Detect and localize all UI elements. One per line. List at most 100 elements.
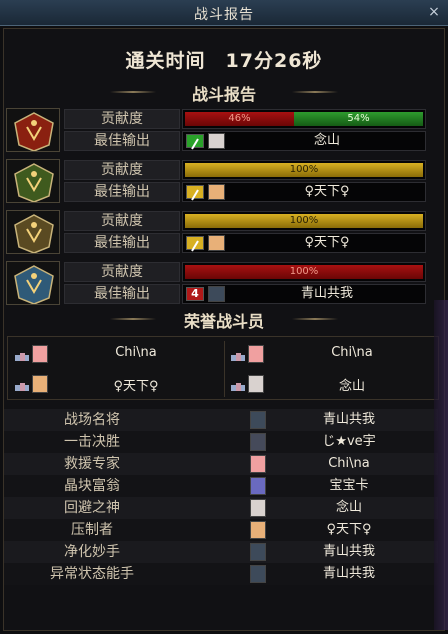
player-name: ♀天下♀ [304,235,350,250]
award-player-name: ♀天下♀ [326,522,372,537]
contribution-segment: 100% [185,265,423,279]
honor-member[interactable]: ♀天下♀ [12,371,220,399]
class-avatar-icon [6,210,60,254]
best-output-row: 最佳输出 4 青山共我 [64,284,426,304]
award-player-name: 宝宝卡 [329,478,369,493]
award-row: 净化妙手 青山共我 [4,541,438,563]
best-output-row: 最佳输出 ♀天下♀ [64,233,426,253]
honor-member-name: Chi\na [115,345,157,360]
contribution-segment: 54% [294,112,423,126]
character-portrait-icon [250,565,266,583]
weapon-icon: 4 [186,287,204,301]
scrollbar[interactable] [434,300,448,630]
award-player-name: Chi\na [328,456,370,471]
ornament-right [292,318,338,320]
character-portrait-icon [250,543,266,561]
close-icon[interactable]: × [426,4,442,20]
award-player-name: 念山 [335,500,362,515]
honor-member[interactable]: 念山 [228,371,436,399]
player-block: 贡献度 100% 最佳输出 ♀天下♀ [6,159,426,203]
ornament-right [292,91,338,93]
character-portrait-icon [32,375,48,393]
award-title: 一击决胜 [64,434,120,450]
player-block: 贡献度 100% 最佳输出 4 青山共我 [6,261,426,305]
award-row: 一击决胜 じ★ve宇 [4,431,438,453]
weapon-icon [186,185,204,201]
report-header: 战斗报告 [110,81,338,104]
contribution-bar: 100% [182,160,426,180]
best-output-label: 最佳输出 [64,233,180,253]
party-icon [230,379,246,391]
party-icon [230,349,246,361]
player-block: 贡献度 100% 最佳输出 ♀天下♀ [6,210,426,254]
award-player-name: じ★ve宇 [322,434,376,449]
award-row: 压制者 ♀天下♀ [4,519,438,541]
best-output-value: 4 青山共我 [182,284,426,304]
contribution-label: 贡献度 [64,262,180,282]
honor-divider [224,341,225,397]
award-row: 异常状态能手 青山共我 [4,563,438,585]
honor-header: 荣誉战斗员 [110,308,338,331]
best-output-row: 最佳输出 ♀天下♀ [64,182,426,202]
contribution-label: 贡献度 [64,160,180,180]
ornament-left [110,91,156,93]
character-portrait-icon [250,411,266,429]
character-portrait-icon [248,345,264,363]
honor-member-name: ♀天下♀ [113,379,159,394]
contribution-row: 贡献度 100% [64,211,426,231]
character-portrait-icon [32,345,48,363]
title-bar: 战斗报告 × [0,0,448,26]
best-output-label: 最佳输出 [64,284,180,304]
contribution-label: 贡献度 [64,211,180,231]
best-output-value: ♀天下♀ [182,182,426,202]
character-portrait-icon [208,235,225,251]
window-title: 战斗报告 [194,7,254,23]
contribution-row: 贡献度 46% 54% [64,109,426,129]
contribution-segment: 46% [185,112,294,126]
party-icon [14,379,30,391]
best-output-value: 念山 [182,131,426,151]
honor-member[interactable]: Chi\na [228,341,436,369]
character-portrait-icon [250,455,266,473]
award-row: 晶块富翁 宝宝卡 [4,475,438,497]
contribution-bar: 100% [182,262,426,282]
character-portrait-icon [250,433,266,451]
award-player-name: 青山共我 [322,544,375,559]
class-avatar-icon [6,159,60,203]
contribution-bar: 100% [182,211,426,231]
character-portrait-icon [208,286,225,302]
player-block: 贡献度 46% 54% 最佳输出 念山 [6,108,426,152]
contribution-segment: 100% [185,163,423,177]
award-row: 战场名将 青山共我 [4,409,438,431]
award-title: 压制者 [71,522,113,538]
contribution-row: 贡献度 100% [64,160,426,180]
award-row: 救援专家 Chi\na [4,453,438,475]
best-output-row: 最佳输出 念山 [64,131,426,151]
best-output-label: 最佳输出 [64,182,180,202]
class-avatar-icon [6,108,60,152]
class-avatar-icon [6,261,60,305]
honor-member-name: 念山 [338,379,365,394]
award-player-name: 青山共我 [322,412,375,427]
character-portrait-icon [250,521,266,539]
clear-time: 通关时间 17分26秒 [125,50,323,72]
contribution-segment: 100% [185,214,423,228]
award-title: 救援专家 [64,456,120,472]
player-name: ♀天下♀ [304,184,350,199]
party-icon [14,349,30,361]
honor-grid: Chi\na Chi\na ♀天下♀ 念山 [7,336,439,400]
player-name: 念山 [313,133,340,148]
awards-list: 战场名将 青山共我 一击决胜 じ★ve宇 救援专家 Chi\na 晶块富翁 宝宝卡 回避之神 念山… [4,409,438,585]
award-title: 晶块富翁 [64,478,120,494]
honor-header-label: 荣誉战斗员 [183,312,264,331]
character-portrait-icon [250,499,266,517]
weapon-icon [186,236,204,252]
honor-member[interactable]: Chi\na [12,341,220,369]
honor-member-name: Chi\na [331,345,373,360]
contribution-row: 贡献度 100% [64,262,426,282]
contribution-label: 贡献度 [64,109,180,129]
battle-report-window: 战斗报告 × 通关时间 17分26秒 战斗报告 贡献度 46% 54% 最佳输出 念山 … [0,0,448,634]
character-portrait-icon [248,375,264,393]
character-portrait-icon [208,133,225,149]
award-player-name: 青山共我 [322,566,375,581]
